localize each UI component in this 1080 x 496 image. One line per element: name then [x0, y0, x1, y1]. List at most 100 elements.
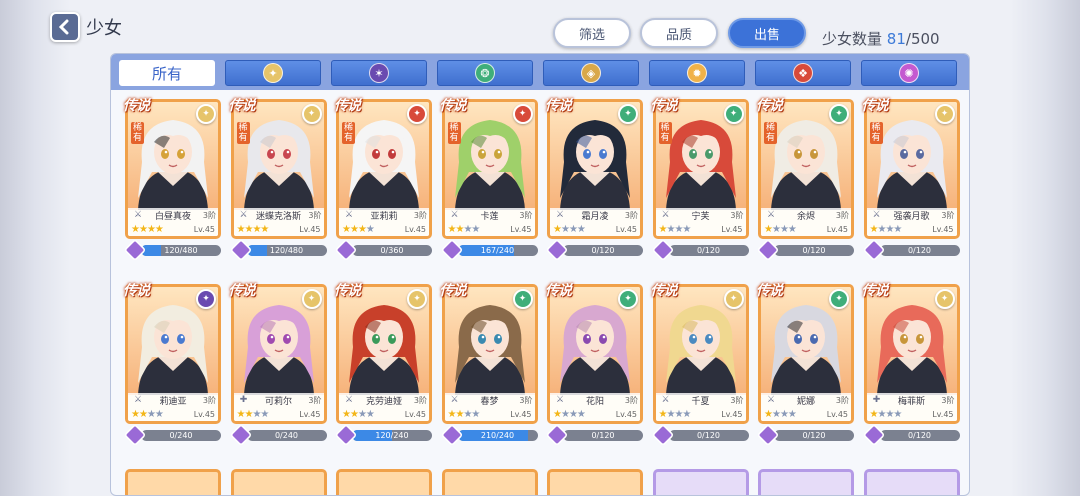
card-frame: ⚔ 宁芙 3阶 ★★★★ Lv.45 ✦ 稀有: [652, 99, 749, 239]
tab-light-element[interactable]: ✦: [225, 60, 321, 86]
tab-wind-element[interactable]: ❂: [437, 60, 533, 86]
fragment-count: 120/480: [269, 246, 304, 255]
page-title: 少女: [86, 18, 122, 39]
card-frame: ✚ 梅菲斯 3阶 ★★★★ Lv.45 ✦: [863, 284, 960, 424]
star-rating: ★★★★: [237, 223, 270, 235]
girl-count-max: /500: [905, 30, 940, 48]
girls-panel: 所有 ✦ ✶ ❂ ◈ ✹ ❖ ✺ ⚔ 白昼真夜 3阶 ★★★★ Lv.45 ✦ 稀有: [110, 53, 970, 496]
star-icon: ★: [260, 223, 269, 235]
character-level: Lv.45: [404, 224, 426, 234]
character-rank: 3阶: [835, 395, 849, 405]
card-frame: ⚔ 卡莲 3阶 ★★★★ Lv.45 ✦ 稀有: [441, 99, 538, 239]
character-rank: 3阶: [941, 210, 955, 220]
element-badge-icon: ✦: [723, 104, 744, 124]
character-level: Lv.45: [615, 409, 637, 419]
name-bar: ⚔ 千夏 3阶: [655, 393, 746, 407]
class-icon: ⚔: [133, 210, 143, 220]
character-level: Lv.45: [826, 224, 848, 234]
card-frame: ⚔ 迷蝶克洛斯 3阶 ★★★★ Lv.45 ✦ 稀有: [230, 99, 327, 239]
fragment-bar: 0/240: [141, 430, 221, 441]
star-icon: ★: [764, 408, 773, 420]
girl-card-partial[interactable]: [125, 469, 221, 495]
legend-rarity-tag: 传说: [545, 283, 572, 299]
star-rating: ★★★★: [131, 408, 164, 420]
girl-card-partial[interactable]: [336, 469, 432, 495]
character-rank: 3阶: [730, 210, 744, 220]
legend-rarity-tag: 传说: [861, 98, 889, 114]
girl-card-partial[interactable]: [547, 469, 643, 495]
tab-dark-element[interactable]: ✶: [331, 60, 427, 86]
star-icon: ★: [779, 408, 789, 420]
tab-fire-element[interactable]: ❖: [755, 60, 851, 86]
character-name: 梅菲斯: [897, 396, 925, 407]
fragment-progress: 167/240: [440, 238, 538, 262]
star-icon: ★: [131, 408, 140, 420]
star-bar: ★★★★ Lv.45: [128, 407, 218, 421]
character-rank: 3阶: [519, 395, 533, 405]
fragment-gem-icon: [862, 238, 885, 262]
girl-card-partial[interactable]: [230, 469, 327, 495]
fragment-bar: 120/240: [352, 430, 432, 441]
fragment-bar: 0/120: [668, 430, 749, 441]
tab-earth-element[interactable]: ◈: [543, 60, 639, 86]
star-icon: ★: [349, 408, 359, 420]
character-rank: 3阶: [835, 210, 849, 220]
fragment-progress: 0/120: [651, 238, 749, 262]
sell-button[interactable]: 出售: [728, 18, 806, 48]
element-badge-icon: ✦: [196, 104, 216, 124]
character-name: 千夏: [691, 396, 710, 407]
star-rating: ★★★★: [342, 408, 375, 420]
legend-rarity-tag: 传说: [861, 283, 889, 299]
star-icon: ★: [260, 408, 269, 420]
fragment-bar: 120/480: [141, 245, 221, 256]
girl-card-partial[interactable]: [441, 469, 538, 495]
filter-button[interactable]: 筛选: [553, 18, 631, 48]
fragment-bar: 0/120: [879, 245, 960, 256]
star-icon: ★: [342, 408, 351, 420]
fragment-count: 0/360: [380, 246, 404, 255]
name-bar: ⚔ 霜月凌 3阶: [550, 208, 640, 222]
fragment-gem-icon: [756, 238, 780, 262]
fragment-bar: 167/240: [457, 245, 538, 256]
wind-element-icon: ❂: [475, 63, 495, 83]
star-rating: ★★★★: [342, 224, 375, 235]
card-frame: ⚔ 白昼真夜 3阶 ★★★★ Lv.45 ✦ 稀有: [125, 99, 221, 239]
fragment-gem-icon: [545, 423, 569, 447]
character-level: Lv.45: [932, 409, 954, 419]
star-icon: ★: [764, 223, 773, 235]
fragment-bar: 0/120: [879, 430, 960, 441]
tab-spirit-element[interactable]: ✺: [861, 60, 957, 86]
character-level: Lv.45: [615, 224, 637, 234]
star-icon: ★: [357, 408, 367, 420]
girl-card-partial[interactable]: [652, 469, 749, 495]
character-name: 可莉尔: [264, 396, 292, 407]
fragment-gem-icon: [440, 238, 463, 262]
star-rating: ★★★★: [870, 409, 903, 420]
character-name: 迷蝶克洛斯: [255, 211, 301, 222]
character-level: Lv.45: [826, 409, 848, 419]
rarity-subtag: 稀有: [447, 122, 461, 144]
tab-sun-element[interactable]: ✹: [649, 60, 745, 86]
legend-rarity-tag: 传说: [334, 98, 361, 114]
star-rating: ★★★★: [764, 408, 797, 420]
character-level: Lv.45: [721, 409, 743, 419]
card-frame: ⚔ 强袭月歌 3阶 ★★★★ Lv.45 ✦ 稀有: [863, 99, 960, 239]
fragment-count: 210/240: [480, 431, 515, 440]
card-frame: ⚔ 克劳迪娅 3阶 ★★★★ Lv.45 ✦: [336, 284, 432, 424]
card-frame: ⚔ 霜月凌 3阶 ★★★★ Lv.45 ✦: [547, 99, 643, 239]
star-bar: ★★★★ Lv.45: [233, 407, 324, 421]
back-button[interactable]: [50, 12, 80, 42]
girl-card-partial[interactable]: [758, 469, 854, 495]
star-icon: ★: [471, 408, 480, 420]
tab-all[interactable]: 所有: [119, 60, 215, 86]
star-bar: ★★★★ Lv.45: [550, 407, 640, 421]
girl-card-partial[interactable]: [863, 469, 960, 495]
character-rank: 3阶: [308, 210, 322, 220]
quality-sort-button[interactable]: 品质: [640, 18, 718, 48]
star-rating: ★★★★: [553, 409, 586, 420]
legend-rarity-tag: 传说: [334, 283, 361, 299]
name-bar: ⚔ 莉迪亚 3阶: [128, 393, 218, 407]
fragment-bar: 210/240: [457, 430, 538, 441]
star-rating: ★★★★: [870, 224, 903, 235]
fragment-gem-icon: [756, 423, 780, 447]
